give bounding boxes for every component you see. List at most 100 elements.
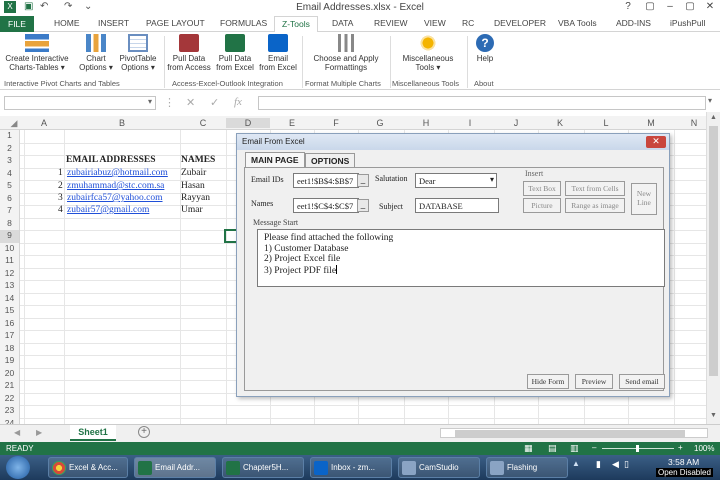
tab-formulas[interactable]: FORMULAS (220, 18, 267, 28)
row-header[interactable]: 19 (0, 355, 20, 368)
column-header[interactable]: M (628, 118, 674, 128)
insert-text-box-button[interactable]: Text Box (523, 181, 561, 196)
hide-form-button[interactable]: Hide Form (527, 374, 569, 389)
scroll-down-icon[interactable]: ▼ (710, 412, 717, 419)
maximize-icon[interactable]: ▢ (680, 1, 700, 12)
formula-input[interactable] (258, 96, 706, 110)
names-range-picker-button[interactable]: _ (357, 199, 369, 212)
tab-data[interactable]: DATA (332, 18, 353, 28)
expand-formula-icon[interactable]: ▾ (708, 96, 712, 105)
tab-main-page[interactable]: MAIN PAGE (245, 152, 305, 168)
column-header[interactable]: L (584, 118, 628, 128)
zoom-slider-thumb[interactable] (636, 445, 639, 452)
tab-insert[interactable]: INSERT (98, 18, 129, 28)
insert-range-as-image-button[interactable]: Range as image (565, 198, 625, 213)
tab-options[interactable]: OPTIONS (305, 153, 356, 167)
tab-vba-tools[interactable]: VBA Tools (558, 18, 597, 28)
close-icon[interactable]: ✕ (700, 1, 720, 12)
clock[interactable]: 3:58 AM (668, 457, 699, 467)
vertical-scroll-thumb[interactable] (709, 126, 718, 376)
record-number[interactable]: 4 (58, 205, 63, 215)
taskbar-item[interactable]: Chapter5H... (222, 457, 304, 478)
name-cell[interactable]: Rayyan (181, 193, 210, 203)
email-addresses-header[interactable]: EMAIL ADDRESSES (66, 155, 156, 165)
zoom-in-icon[interactable]: + (678, 443, 683, 452)
dialog-close-button[interactable]: ✕ (646, 136, 666, 148)
email-ids-range-input[interactable]: eet1!$B$4:$B$7 (293, 173, 359, 188)
email-ids-range-picker-button[interactable]: _ (357, 174, 369, 187)
row-header[interactable]: 8 (0, 217, 20, 230)
column-header[interactable]: I (448, 118, 492, 128)
row-header[interactable]: 18 (0, 342, 20, 355)
pull-data-from-access-button[interactable]: Pull Data from Access (166, 34, 212, 72)
taskbar-item[interactable]: Flashing (486, 457, 568, 478)
row-header[interactable]: 3 (0, 155, 20, 168)
insert-picture-button[interactable]: Picture (523, 198, 561, 213)
column-header[interactable]: K (538, 118, 582, 128)
row-header[interactable]: 4 (0, 167, 20, 180)
insert-new-line-button[interactable]: New Line (631, 183, 657, 215)
record-number[interactable]: 2 (58, 181, 63, 191)
start-button-icon[interactable] (6, 456, 30, 479)
row-header[interactable]: 12 (0, 267, 20, 280)
zoom-out-icon[interactable]: – (592, 443, 596, 452)
chevron-down-icon[interactable]: ▾ (148, 97, 152, 106)
taskbar-item[interactable]: Inbox - zm... (310, 457, 392, 478)
tab-add-ins[interactable]: ADD-INS (616, 18, 651, 28)
minimize-icon[interactable]: – (660, 1, 680, 12)
message-textarea[interactable]: Please find attached the following 1) Cu… (257, 229, 665, 287)
column-header[interactable]: G (358, 118, 402, 128)
dialog-title-bar[interactable]: Email From Excel ✕ (237, 134, 669, 150)
tab-z-tools[interactable]: Z-Tools (274, 16, 318, 33)
email-from-excel-button[interactable]: Email from Excel (257, 34, 299, 72)
row-header[interactable]: 6 (0, 192, 20, 205)
email-link[interactable]: zubairfca57@yahoo.com (67, 193, 163, 203)
row-header[interactable]: 13 (0, 280, 20, 293)
create-interactive-charts-button[interactable]: Create Interactive Charts-Tables ▾ (3, 34, 71, 72)
row-header[interactable]: 17 (0, 330, 20, 343)
tab-ipushpull[interactable]: iPushPull (670, 18, 705, 28)
row-header[interactable]: 14 (0, 292, 20, 305)
network-icon[interactable]: ▮ (596, 459, 601, 470)
confirm-entry-icon[interactable]: ✓ (210, 96, 219, 109)
horizontal-scroll-thumb[interactable] (455, 430, 685, 437)
email-link[interactable]: zmuhammad@stc.com.sa (67, 181, 164, 191)
column-header[interactable]: B (64, 118, 180, 128)
horizontal-scrollbar[interactable] (440, 428, 708, 438)
row-header[interactable]: 20 (0, 367, 20, 380)
scroll-sheets-left-icon[interactable]: ◀ (14, 428, 20, 437)
scroll-up-icon[interactable]: ▲ (710, 114, 717, 121)
name-cell[interactable]: Hasan (181, 181, 205, 191)
pivottable-options-button[interactable]: PivotTable Options ▾ (116, 34, 160, 72)
row-header[interactable]: 21 (0, 380, 20, 393)
chevron-down-icon[interactable]: ▾ (490, 175, 494, 184)
vertical-scrollbar[interactable]: ▲ ▼ (706, 112, 720, 424)
tab-file[interactable]: FILE (0, 16, 34, 32)
miscellaneous-tools-button[interactable]: Miscellaneous Tools ▾ (394, 34, 462, 72)
name-cell[interactable]: Zubair (181, 168, 206, 178)
tab-page-layout[interactable]: PAGE LAYOUT (146, 18, 205, 28)
column-header[interactable]: A (24, 118, 64, 128)
tray-expand-icon[interactable]: ▲ (572, 459, 580, 468)
row-header[interactable]: 23 (0, 405, 20, 418)
column-header[interactable]: H (404, 118, 448, 128)
column-header[interactable]: F (314, 118, 358, 128)
row-header[interactable]: 22 (0, 392, 20, 405)
page-layout-view-icon[interactable]: ▤ (548, 443, 557, 454)
record-number[interactable]: 1 (58, 168, 63, 178)
power-icon[interactable]: ▯ (624, 459, 629, 470)
send-email-button[interactable]: Send email (619, 374, 665, 389)
chart-options-button[interactable]: Chart Options ▾ (76, 34, 116, 72)
help-icon[interactable]: ? (618, 1, 638, 12)
column-header[interactable]: D (226, 118, 270, 128)
subject-input[interactable]: DATABASE (415, 198, 499, 213)
column-header[interactable]: N (674, 118, 706, 128)
column-header[interactable]: J (494, 118, 538, 128)
tab-rc[interactable]: RC (462, 18, 474, 28)
row-header[interactable]: 10 (0, 242, 20, 255)
taskbar-item[interactable]: CamStudio (398, 457, 480, 478)
email-link[interactable]: zubairiabuz@hotmail.com (67, 168, 168, 178)
volume-icon[interactable]: ◀ (612, 459, 619, 470)
select-all-icon[interactable]: ◢ (8, 118, 20, 129)
normal-view-icon[interactable]: ▦ (524, 443, 533, 454)
